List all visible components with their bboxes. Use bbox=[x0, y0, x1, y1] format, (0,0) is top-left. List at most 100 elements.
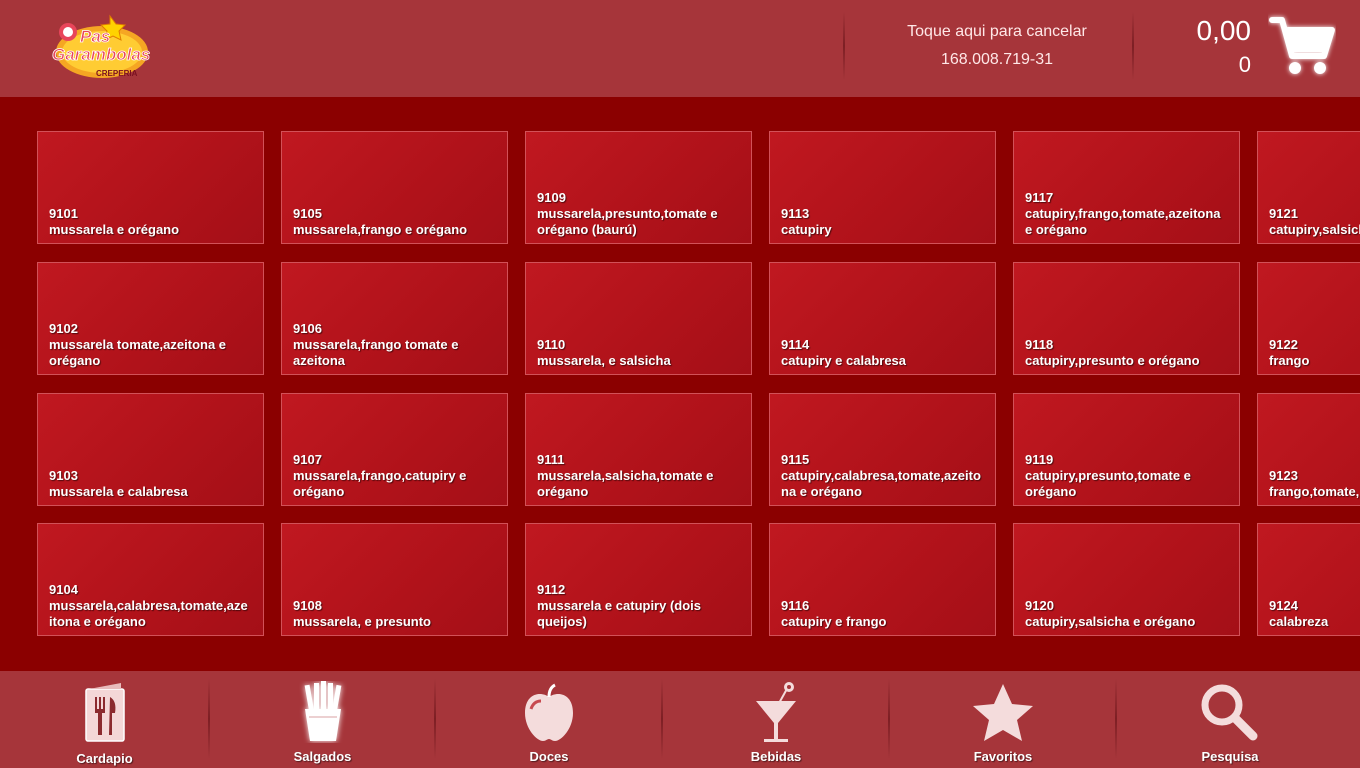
top-bar: Pas Garambolas CREPERIA Toque aqui para … bbox=[0, 0, 1360, 97]
product-tile[interactable]: 9111 mussarela,salsicha,tomate e orégano bbox=[525, 393, 752, 506]
cart-button[interactable]: 0,00 0 bbox=[1136, 0, 1360, 97]
product-info: 9106 mussarela,frango tomate e azeitona bbox=[293, 321, 493, 369]
product-name: frango bbox=[1269, 353, 1310, 368]
product-tile[interactable]: 9106 mussarela,frango tomate e azeitona bbox=[281, 262, 508, 375]
product-tile[interactable]: 9118 catupiry,presunto e orégano bbox=[1013, 262, 1240, 375]
product-tile[interactable]: 9105 mussarela,frango e orégano bbox=[281, 131, 508, 244]
product-name: mussarela,frango tomate e azeitona bbox=[293, 337, 459, 368]
product-code: 9116 bbox=[781, 598, 810, 613]
fries-icon bbox=[299, 681, 347, 748]
cancel-label: Toque aqui para cancelar bbox=[907, 23, 1087, 40]
shopping-cart-icon bbox=[1268, 12, 1336, 80]
product-info: 9111 mussarela,salsicha,tomate e orégano bbox=[537, 452, 737, 500]
product-info: 9110 mussarela, e salsicha bbox=[537, 337, 737, 369]
product-name: catupiry bbox=[781, 222, 832, 237]
product-grid: 9101 mussarela e orégano 9105 mussarela,fra… bbox=[0, 97, 1360, 671]
product-name: mussarela,salsicha,tomate e orégano bbox=[537, 468, 714, 499]
product-code: 9112 bbox=[537, 582, 566, 597]
product-name: catupiry,salsicha e orégano bbox=[1025, 614, 1196, 629]
product-name: mussarela, e presunto bbox=[293, 614, 431, 629]
nav-label: Cardapio bbox=[76, 751, 133, 766]
product-info: 9122 frango bbox=[1269, 337, 1360, 369]
nav-item-bebidas[interactable]: Bebidas bbox=[663, 671, 889, 768]
cart-item-count: 0 bbox=[1238, 52, 1251, 77]
product-tile[interactable]: 9102 mussarela tomate,azeitona e orégano bbox=[37, 262, 264, 375]
product-tile[interactable]: 9123frango,tomate, e orégano bbox=[1257, 393, 1360, 506]
product-tile[interactable]: 9103 mussarela e calabresa bbox=[37, 393, 264, 506]
product-tile[interactable]: 9104 mussarela,calabresa,tomate,azeitona … bbox=[37, 523, 264, 636]
product-tile[interactable]: 9122 frango bbox=[1257, 262, 1360, 375]
product-name: mussarela,calabresa,tomate,azeitona e or… bbox=[49, 598, 248, 629]
product-code: 9108 bbox=[293, 598, 322, 613]
product-code: 9117 bbox=[1025, 190, 1054, 205]
product-tile[interactable]: 9119 catupiry,presunto,tomate e orégano bbox=[1013, 393, 1240, 506]
product-tile[interactable]: 9116 catupiry e frango bbox=[769, 523, 996, 636]
product-info: 9104 mussarela,calabresa,tomate,azeitona … bbox=[49, 582, 249, 630]
product-info: 9103 mussarela e calabresa bbox=[49, 468, 249, 500]
star-icon bbox=[972, 683, 1034, 746]
product-info: 9118 catupiry,presunto e orégano bbox=[1025, 337, 1225, 369]
product-name: catupiry,frango,tomate,azeitona e orégan… bbox=[1025, 206, 1221, 237]
product-tile[interactable]: 9117 catupiry,frango,tomate,azeitona e or… bbox=[1013, 131, 1240, 244]
product-code: 9110 bbox=[537, 337, 566, 352]
nav-item-doces[interactable]: Doces bbox=[436, 671, 662, 768]
product-code: 9109 bbox=[537, 190, 566, 205]
product-tile[interactable]: 9107 mussarela,frango,catupiry e orégano bbox=[281, 393, 508, 506]
nav-item-salgados[interactable]: Salgados bbox=[210, 671, 435, 768]
search-icon bbox=[1200, 683, 1260, 746]
product-tile[interactable]: 9115 catupiry,calabresa,tomate,azeitona e… bbox=[769, 393, 996, 506]
product-tile[interactable]: 9114 catupiry e calabresa bbox=[769, 262, 996, 375]
product-name: catupiry e frango bbox=[781, 614, 887, 629]
product-info: 9120 catupiry,salsicha e orégano bbox=[1025, 598, 1225, 630]
product-name: catupiry,calabresa,tomate,azeitona e oré… bbox=[781, 468, 981, 499]
product-info: 9114 catupiry e calabresa bbox=[781, 337, 981, 369]
header-divider bbox=[843, 12, 845, 80]
cocktail-icon bbox=[752, 681, 800, 748]
product-code: 9107 bbox=[293, 452, 322, 467]
menu-card-icon bbox=[83, 683, 127, 748]
product-info: 9117 catupiry,frango,tomate,azeitona e or… bbox=[1025, 190, 1225, 238]
product-code: 9123 bbox=[1269, 468, 1298, 483]
product-code: 9114 bbox=[781, 337, 810, 352]
product-tile[interactable]: 9112 mussarela e catupiry (dois queijos) bbox=[525, 523, 752, 636]
product-name: catupiry,salsicha e orégano bbox=[1269, 222, 1360, 237]
product-name: frango,tomate, e orégano bbox=[1269, 484, 1360, 499]
product-tile[interactable]: 9109 mussarela,presunto,tomate e orégano … bbox=[525, 131, 752, 244]
nav-label: Pesquisa bbox=[1201, 749, 1259, 764]
product-name: catupiry,presunto,tomate e orégano bbox=[1025, 468, 1191, 499]
product-info: 9102 mussarela tomate,azeitona e orégano bbox=[49, 321, 249, 369]
product-name: catupiry,presunto e orégano bbox=[1025, 353, 1200, 368]
product-tile[interactable]: 9124 calabreza bbox=[1257, 523, 1360, 636]
product-code: 9102 bbox=[49, 321, 78, 336]
product-info: 9107 mussarela,frango,catupiry e orégano bbox=[293, 452, 493, 500]
product-info: 9108 mussarela, e presunto bbox=[293, 598, 493, 630]
product-code: 9105 bbox=[293, 206, 322, 221]
product-tile[interactable]: 9110 mussarela, e salsicha bbox=[525, 262, 752, 375]
product-code: 9121 bbox=[1269, 206, 1298, 221]
product-name: mussarela e orégano bbox=[49, 222, 180, 237]
product-code: 9124 bbox=[1269, 598, 1298, 613]
product-info: 9101 mussarela e orégano bbox=[49, 206, 249, 238]
nav-label: Favoritos bbox=[973, 749, 1033, 764]
product-code: 9115 bbox=[781, 452, 810, 467]
nav-item-cardapio[interactable]: Cardapio bbox=[0, 671, 209, 768]
product-info: 9121catupiry,salsicha e orégano bbox=[1269, 206, 1360, 238]
product-code: 9111 bbox=[537, 452, 565, 467]
svg-text:Garambolas: Garambolas bbox=[52, 45, 150, 64]
nav-label: Salgados bbox=[293, 749, 352, 764]
product-tile[interactable]: 9113 catupiry bbox=[769, 131, 996, 244]
product-code: 9106 bbox=[293, 321, 322, 336]
product-name: mussarela tomate,azeitona e orégano bbox=[49, 337, 227, 368]
nav-item-pesquisa[interactable]: Pesquisa bbox=[1117, 671, 1343, 768]
product-tile[interactable]: 9121catupiry,salsicha e orégano bbox=[1257, 131, 1360, 244]
product-info: 9115 catupiry,calabresa,tomate,azeitona e… bbox=[781, 452, 981, 500]
product-info: 9109 mussarela,presunto,tomate e orégano … bbox=[537, 190, 737, 238]
cancel-order-button[interactable]: Toque aqui para cancelar 168.008.719-31 bbox=[848, 0, 1136, 97]
apple-icon bbox=[523, 683, 575, 746]
product-tile[interactable]: 9120 catupiry,salsicha e orégano bbox=[1013, 523, 1240, 636]
product-info: 9113 catupiry bbox=[781, 206, 981, 238]
product-tile[interactable]: 9108 mussarela, e presunto bbox=[281, 523, 508, 636]
product-tile[interactable]: 9101 mussarela e orégano bbox=[37, 131, 264, 244]
product-name: mussarela,frango,catupiry e orégano bbox=[293, 468, 467, 499]
nav-item-favoritos[interactable]: Favoritos bbox=[890, 671, 1116, 768]
